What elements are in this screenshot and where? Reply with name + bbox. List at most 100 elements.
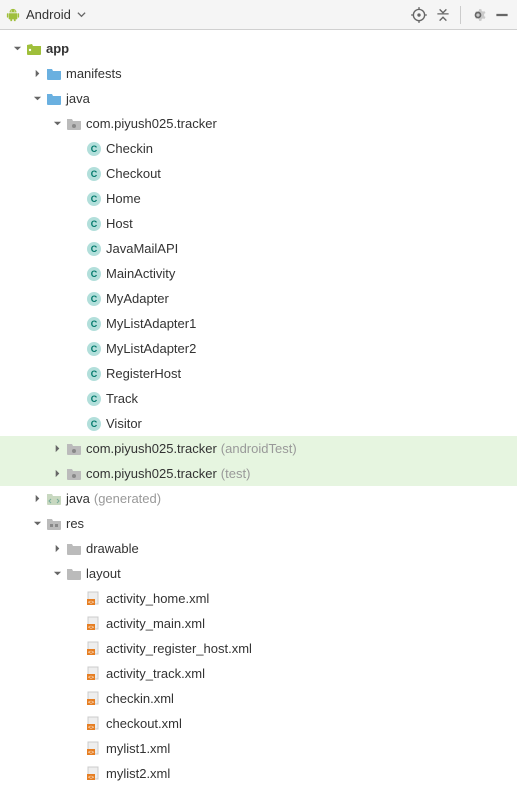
chevron-right-icon[interactable] <box>30 492 44 506</box>
svg-text:<>: <> <box>88 600 94 606</box>
tree-node-package-test[interactable]: com.piyush025.tracker (test) <box>0 461 517 486</box>
svg-text:<>: <> <box>88 650 94 656</box>
chevron-right-icon[interactable] <box>30 67 44 81</box>
chevron-down-icon[interactable] <box>30 92 44 106</box>
tree-label: mylist2.xml <box>106 767 170 780</box>
svg-text:C: C <box>91 419 98 429</box>
spacer <box>70 367 84 381</box>
tree-node-manifests[interactable]: manifests <box>0 61 517 86</box>
svg-text:C: C <box>91 169 98 179</box>
tree-node-class[interactable]: C MainActivity <box>0 261 517 286</box>
tree-node-class[interactable]: C Home <box>0 186 517 211</box>
tree-node-class[interactable]: C RegisterHost <box>0 361 517 386</box>
tree-node-class[interactable]: C Host <box>0 211 517 236</box>
tree-label: drawable <box>86 542 139 555</box>
tree-suffix: (test) <box>221 467 251 480</box>
tree-node-xml[interactable]: <> activity_track.xml <box>0 661 517 686</box>
class-icon: C <box>86 241 102 257</box>
tree-node-class[interactable]: C MyListAdapter2 <box>0 336 517 361</box>
tree-node-class[interactable]: C JavaMailAPI <box>0 236 517 261</box>
separator <box>460 6 461 24</box>
view-selector-label: Android <box>26 7 71 22</box>
tree-label: mylist1.xml <box>106 742 170 755</box>
spacer <box>70 592 84 606</box>
class-icon: C <box>86 416 102 432</box>
class-icon: C <box>86 316 102 332</box>
class-icon: C <box>86 391 102 407</box>
spacer <box>70 142 84 156</box>
svg-text:C: C <box>91 369 98 379</box>
resource-folder-icon <box>46 516 62 532</box>
tree-label: RegisterHost <box>106 367 181 380</box>
minimize-icon[interactable] <box>493 6 511 24</box>
tree-label: checkin.xml <box>106 692 174 705</box>
folder-icon <box>46 66 62 82</box>
tree-node-xml[interactable]: <> checkin.xml <box>0 686 517 711</box>
chevron-down-icon[interactable] <box>30 517 44 531</box>
tree-label: checkout.xml <box>106 717 182 730</box>
chevron-down-icon[interactable] <box>50 117 64 131</box>
view-selector[interactable]: Android <box>6 7 410 22</box>
svg-text:C: C <box>91 244 98 254</box>
package-icon <box>66 441 82 457</box>
collapse-icon[interactable] <box>434 6 452 24</box>
tree-label: java <box>66 492 90 505</box>
tree-node-class[interactable]: C Visitor <box>0 411 517 436</box>
svg-text:C: C <box>91 294 98 304</box>
tree-label: java <box>66 92 90 105</box>
tree-node-xml[interactable]: <> activity_home.xml <box>0 586 517 611</box>
tree-node-xml[interactable]: <> mylist2.xml <box>0 761 517 786</box>
class-icon: C <box>86 341 102 357</box>
tree-node-xml[interactable]: <> activity_register_host.xml <box>0 636 517 661</box>
target-icon[interactable] <box>410 6 428 24</box>
chevron-down-icon[interactable] <box>10 42 24 56</box>
svg-text:<>: <> <box>88 775 94 781</box>
spacer <box>70 292 84 306</box>
tree-label: MyListAdapter1 <box>106 317 196 330</box>
tree-node-xml[interactable]: <> checkout.xml <box>0 711 517 736</box>
spacer <box>70 692 84 706</box>
tree-label: com.piyush025.tracker <box>86 117 217 130</box>
xml-layout-icon: <> <box>86 741 102 757</box>
tree-label: JavaMailAPI <box>106 242 178 255</box>
tree-node-xml[interactable]: <> activity_main.xml <box>0 611 517 636</box>
tree-node-class[interactable]: C Checkin <box>0 136 517 161</box>
tree-node-class[interactable]: C Track <box>0 386 517 411</box>
tree-node-java[interactable]: java <box>0 86 517 111</box>
svg-text:<>: <> <box>88 700 94 706</box>
spacer <box>70 167 84 181</box>
tree-node-java-generated[interactable]: java (generated) <box>0 486 517 511</box>
svg-text:C: C <box>91 269 98 279</box>
chevron-right-icon[interactable] <box>50 542 64 556</box>
spacer <box>70 717 84 731</box>
tree-node-xml[interactable]: <> mylist1.xml <box>0 736 517 761</box>
svg-text:<>: <> <box>88 750 94 756</box>
xml-layout-icon: <> <box>86 666 102 682</box>
tree-node-package-main[interactable]: com.piyush025.tracker <box>0 111 517 136</box>
class-icon: C <box>86 166 102 182</box>
xml-layout-icon: <> <box>86 641 102 657</box>
tree-node-class[interactable]: C MyAdapter <box>0 286 517 311</box>
tree-node-class[interactable]: C Checkout <box>0 161 517 186</box>
xml-layout-icon: <> <box>86 766 102 782</box>
xml-layout-icon: <> <box>86 591 102 607</box>
spacer <box>70 267 84 281</box>
tree-node-app[interactable]: app <box>0 36 517 61</box>
generated-folder-icon <box>46 491 62 507</box>
svg-text:<>: <> <box>88 625 94 631</box>
folder-icon <box>66 566 82 582</box>
tree-suffix: (generated) <box>94 492 161 505</box>
tree-node-drawable[interactable]: drawable <box>0 536 517 561</box>
tree-node-res[interactable]: res <box>0 511 517 536</box>
tree-node-layout[interactable]: layout <box>0 561 517 586</box>
tree-suffix: (androidTest) <box>221 442 297 455</box>
tree-node-class[interactable]: C MyListAdapter1 <box>0 311 517 336</box>
chevron-down-icon[interactable] <box>50 567 64 581</box>
chevron-right-icon[interactable] <box>50 442 64 456</box>
class-icon: C <box>86 141 102 157</box>
gear-icon[interactable] <box>469 6 487 24</box>
tree-node-package-androidtest[interactable]: com.piyush025.tracker (androidTest) <box>0 436 517 461</box>
chevron-right-icon[interactable] <box>50 467 64 481</box>
tree-label: MyListAdapter2 <box>106 342 196 355</box>
svg-text:C: C <box>91 344 98 354</box>
